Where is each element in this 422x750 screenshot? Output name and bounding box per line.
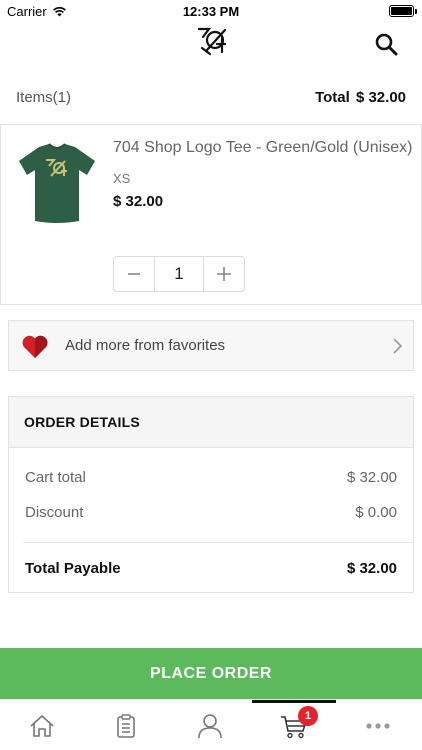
cart-total-value: $ 32.00	[346, 469, 397, 486]
status-bar: Carrier 12:33 PM	[0, 0, 422, 22]
plus-icon	[217, 267, 231, 281]
tab-account[interactable]	[168, 700, 252, 750]
home-icon	[30, 714, 54, 737]
cart-item-card[interactable]: 704 Shop Logo Tee - Green/Gold (Unisex) …	[0, 124, 422, 305]
quantity-value[interactable]: 1	[154, 257, 204, 291]
total-payable-label: Total Payable	[25, 560, 121, 577]
clipboard-icon	[117, 713, 135, 738]
place-order-button[interactable]: PLACE ORDER	[0, 648, 422, 699]
add-from-favorites-row[interactable]: Add more from favorites	[8, 320, 414, 371]
product-image[interactable]	[17, 141, 97, 225]
more-icon	[366, 722, 390, 729]
search-icon[interactable]	[374, 32, 398, 56]
divider	[23, 542, 413, 543]
tab-more[interactable]	[336, 700, 420, 750]
product-size: XS	[113, 171, 131, 186]
heart-icon	[22, 335, 48, 358]
battery-icon	[389, 5, 417, 17]
tab-cart[interactable]: 1	[252, 700, 336, 750]
cart-total-row: Cart total $ 32.00	[25, 469, 397, 486]
chevron-right-icon	[393, 338, 403, 354]
clock: 12:33 PM	[182, 4, 240, 19]
product-name[interactable]: 704 Shop Logo Tee - Green/Gold (Unisex)	[113, 139, 412, 157]
total-value: $ 32.00	[355, 89, 406, 106]
decrease-quantity-button[interactable]	[114, 257, 154, 291]
favorites-label: Add more from favorites	[65, 337, 226, 354]
tab-home[interactable]	[0, 700, 84, 750]
discount-value: $ 0.00	[355, 504, 397, 521]
quantity-stepper: 1	[113, 256, 245, 292]
cart-total: Total $ 32.00	[313, 89, 406, 106]
tab-orders[interactable]	[84, 700, 168, 750]
cart-summary-bar: Items(1) Total $ 32.00	[0, 80, 422, 114]
minus-icon	[128, 273, 140, 275]
discount-row: Discount $ 0.00	[25, 504, 397, 521]
bottom-tab-bar: 1	[0, 699, 422, 750]
discount-label: Discount	[25, 504, 84, 521]
total-payable-value: $ 32.00	[346, 560, 397, 577]
shop-logo-icon[interactable]	[195, 24, 231, 58]
order-details-title: ORDER DETAILS	[9, 397, 413, 448]
order-details-panel: ORDER DETAILS Cart total $ 32.00 Discoun…	[8, 396, 414, 593]
cart-total-label: Cart total	[25, 469, 86, 486]
increase-quantity-button[interactable]	[204, 257, 244, 291]
product-price: $ 32.00	[113, 193, 164, 210]
app-header	[0, 22, 422, 64]
user-icon	[198, 713, 222, 738]
cart-count-badge: 1	[298, 706, 318, 726]
total-payable-row: Total Payable $ 32.00	[25, 560, 397, 577]
items-count: Items(1)	[16, 89, 72, 106]
total-label: Total	[315, 89, 350, 106]
